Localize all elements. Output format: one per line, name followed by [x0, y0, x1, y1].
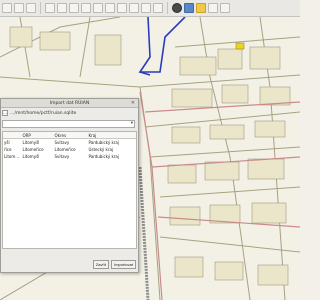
edit-icon[interactable] [81, 3, 91, 13]
help-icon[interactable] [220, 3, 230, 13]
table-cell: Pardubický kraj [88, 140, 119, 145]
redo-icon[interactable] [129, 3, 139, 13]
import-dialog: Import dat RÚIAN ✕ … …/mnt/home/pctf/rui… [0, 98, 139, 273]
bookmark-icon[interactable] [208, 3, 218, 13]
pan-icon[interactable] [26, 3, 36, 13]
node-icon[interactable] [105, 3, 115, 13]
file-path-label: …/mnt/home/pctf/ruian.sqlite [10, 110, 77, 116]
save-edits-icon[interactable] [93, 3, 103, 13]
select-icon[interactable] [45, 3, 55, 13]
column-header-okres[interactable]: Okres [53, 132, 87, 138]
table-cell: Ústecký kraj [88, 147, 114, 152]
zoom-in-icon[interactable] [2, 3, 12, 13]
table-cell: yšl [4, 140, 10, 145]
results-table: ORP Okres Kraj yšl Litomyšl Svitavy Pard… [2, 131, 137, 249]
toolbar-separator [40, 2, 41, 14]
map-toolbar [0, 0, 300, 17]
table-cell: Pardubický kraj [88, 154, 119, 159]
toolbar-separator [167, 2, 168, 14]
globe-icon[interactable] [184, 3, 194, 13]
plugin-icon[interactable] [196, 3, 206, 13]
undo-icon[interactable] [117, 3, 127, 13]
table-cell: Litomyšl [22, 140, 40, 145]
close-icon[interactable]: ✕ [131, 100, 135, 106]
table-row[interactable]: Litom… Litomyšl Svitavy Pardubický kraj [3, 153, 136, 160]
table-cell: Litomeřice [54, 147, 76, 152]
district-select[interactable]: ▾ [2, 120, 135, 128]
import-button[interactable]: Importovat [111, 260, 136, 269]
dialog-footer: Zavřít Importovat [1, 260, 138, 270]
dialog-title: Import dat RÚIAN [49, 100, 90, 106]
table-cell: Litom… [4, 154, 20, 159]
table-cell: říce [4, 147, 12, 152]
column-header [3, 132, 21, 138]
dialog-title-bar: Import dat RÚIAN ✕ [1, 99, 138, 108]
table-cell: Svitavy [54, 140, 70, 145]
table-header: ORP Okres Kraj [3, 132, 136, 139]
label-icon[interactable] [141, 3, 151, 13]
column-header-kraj[interactable]: Kraj [87, 132, 136, 138]
table-row[interactable]: yšl Litomyšl Svitavy Pardubický kraj [3, 139, 136, 146]
identify-icon[interactable] [172, 3, 182, 13]
file-path-row: … …/mnt/home/pctf/ruian.sqlite [1, 108, 138, 118]
attribute-icon[interactable] [69, 3, 79, 13]
table-cell: Svitavy [54, 154, 70, 159]
close-button[interactable]: Zavřít [92, 260, 110, 269]
layer-icon[interactable] [153, 3, 163, 13]
zoom-out-icon[interactable] [14, 3, 24, 13]
column-header-orp[interactable]: ORP [21, 132, 53, 138]
measure-icon[interactable] [57, 3, 67, 13]
table-cell: Litomeřice [22, 147, 44, 152]
table-cell: Litomyšl [22, 154, 40, 159]
browse-file-button[interactable]: … [2, 110, 8, 116]
chevron-down-icon: ▾ [130, 121, 133, 126]
table-row[interactable]: říce Litomeřice Litomeřice Ústecký kraj [3, 146, 136, 153]
